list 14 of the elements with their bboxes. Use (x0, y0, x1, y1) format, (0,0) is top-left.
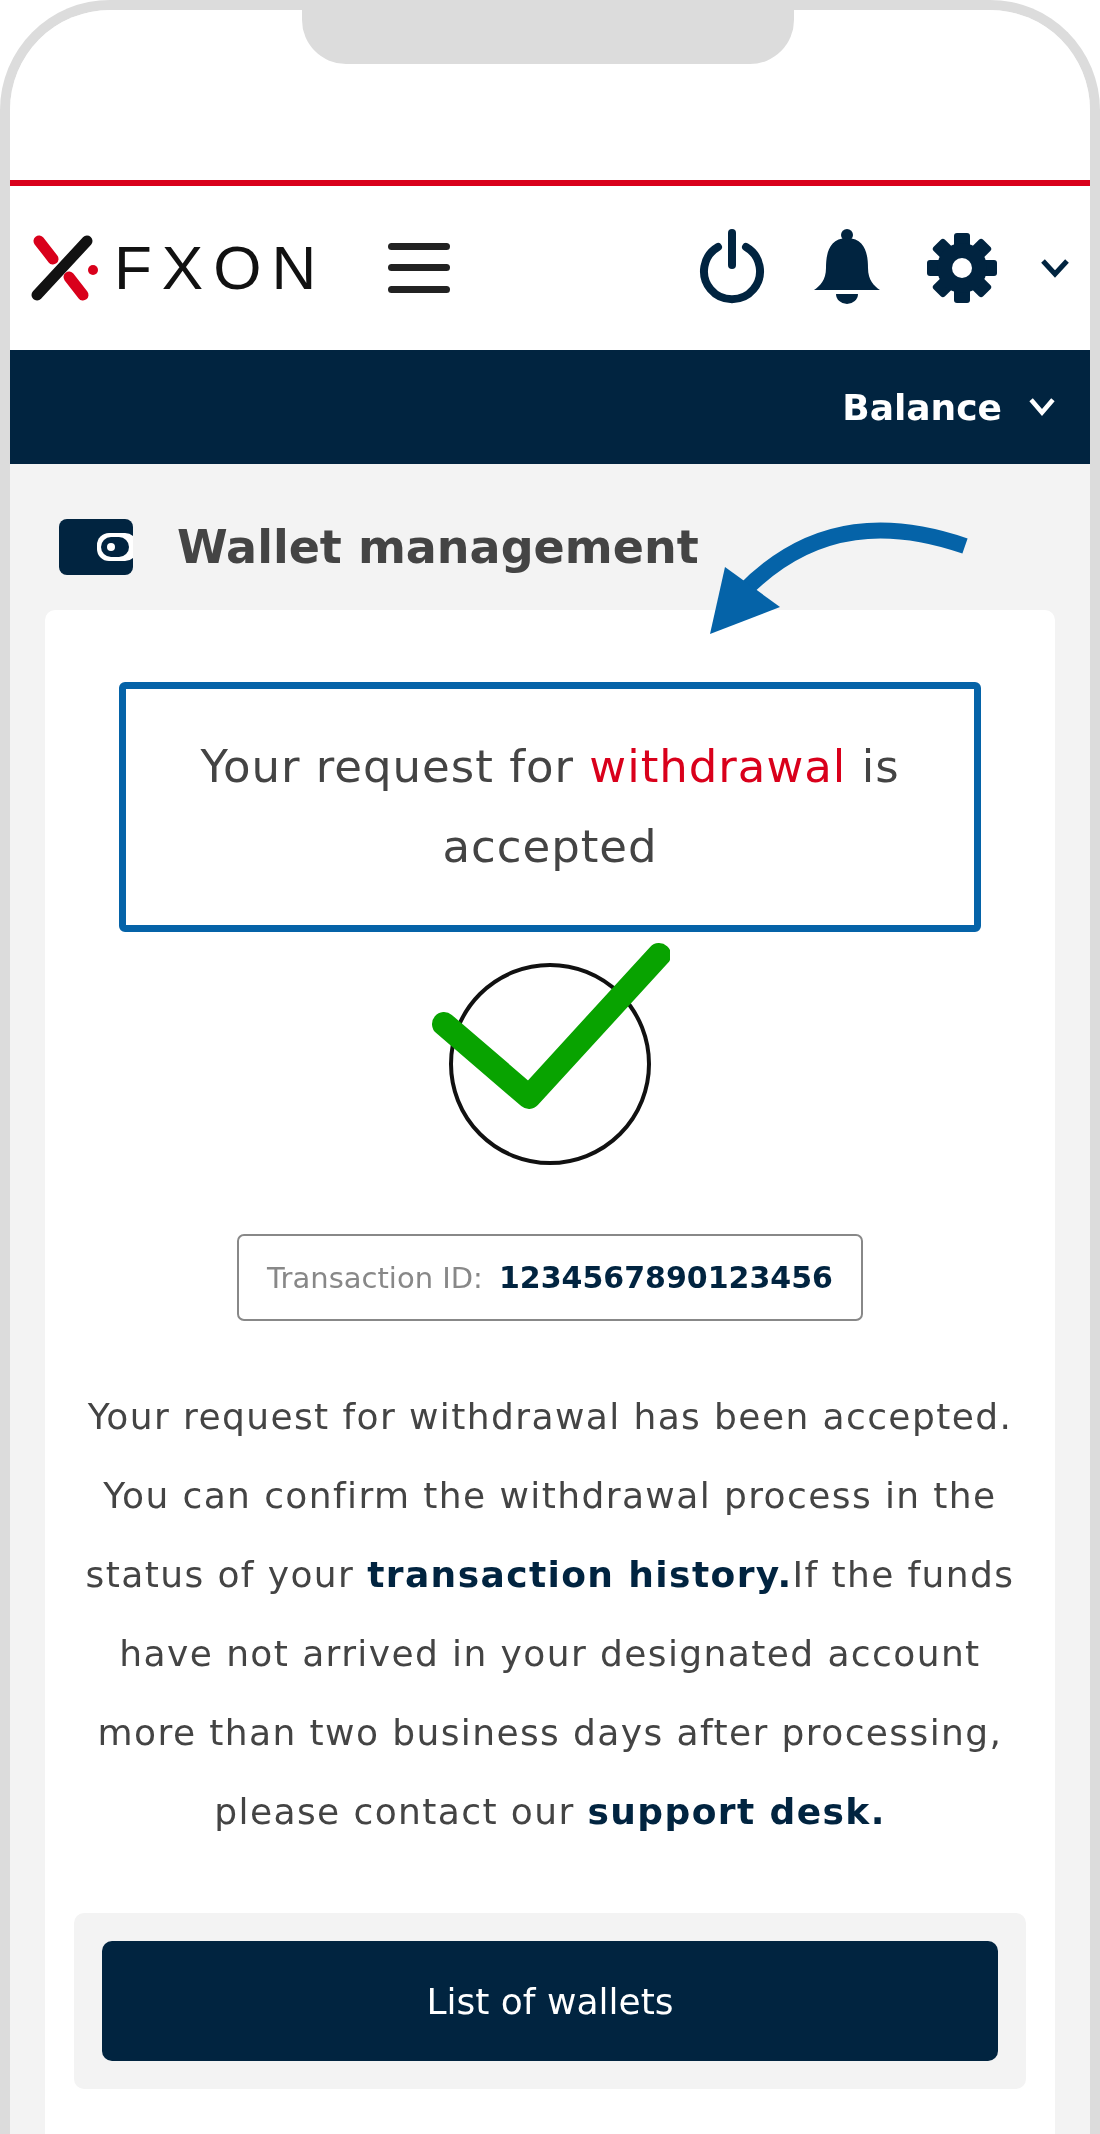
transaction-id-label: Transaction ID: (267, 1261, 483, 1295)
confirmation-paragraph: Your request for withdrawal has been accepted. You can confirm the withdrawal process in the status of your transaction history.If the funds have not arrived in your designated account more than two business days after processing, please contact our support desk. (84, 1395, 1016, 1834)
chevron-down-icon (1028, 397, 1056, 417)
page-title: Wallet management (177, 520, 699, 574)
text-link[interactable]: support desk. (587, 1791, 886, 1832)
balance-dropdown[interactable]: Balance (842, 386, 1056, 428)
logo-text: FXON (114, 237, 327, 299)
settings-icon[interactable] (926, 232, 998, 304)
chevron-down-icon[interactable] (1040, 258, 1070, 278)
status-message: Your request for withdrawal is accepted (199, 739, 901, 875)
text-link[interactable]: transaction history. (367, 1554, 793, 1595)
list-of-wallets-button[interactable]: List of wallets (102, 1941, 998, 2061)
transaction-id-value: 1234567890123456 (498, 1260, 833, 1295)
wallet-icon (59, 519, 133, 575)
